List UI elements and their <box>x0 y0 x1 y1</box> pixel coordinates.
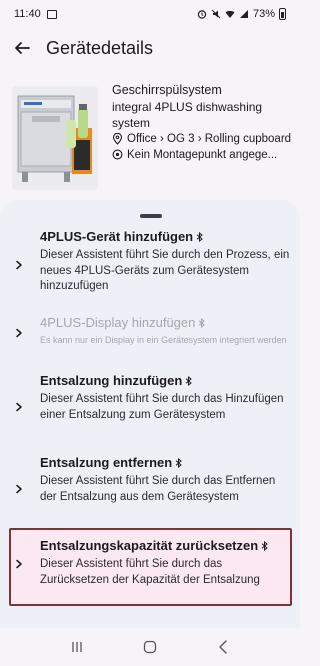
battery-percent: 73% <box>252 8 275 20</box>
drag-handle[interactable] <box>140 214 162 218</box>
bluetooth-icon <box>185 375 193 386</box>
chevron-right-icon <box>16 559 22 569</box>
alarm-icon <box>197 10 207 19</box>
nav-back-icon <box>219 640 228 654</box>
image-notification-icon <box>46 9 57 19</box>
chevron-right-icon <box>16 328 22 338</box>
status-icons: 73% <box>197 8 286 20</box>
wifi-icon <box>225 10 235 18</box>
chevron-right-icon <box>16 260 22 270</box>
actions-bottom-sheet: 4PLUS-Gerät hinzufügen Dieser Assistent … <box>0 200 300 628</box>
device-model: integral 4PLUS dishwashing system <box>112 100 263 130</box>
nav-back-button[interactable] <box>213 637 233 657</box>
back-arrow-icon <box>15 42 30 54</box>
target-icon <box>112 149 123 160</box>
action-description: Dieser Assistent führt Sie durch das Ent… <box>40 475 276 503</box>
device-image <box>12 86 98 190</box>
back-button[interactable] <box>12 38 32 58</box>
mute-icon <box>211 9 221 19</box>
device-info: Geschirrspülsystem integral 4PLUS dishwa… <box>112 82 292 163</box>
app-bar: Gerätedetails <box>0 28 300 68</box>
status-bar: 11:40 73% <box>0 0 300 28</box>
recents-icon <box>72 642 82 652</box>
bluetooth-icon <box>199 317 206 328</box>
action-description: Dieser Assistent führt Sie durch das Hin… <box>40 393 284 421</box>
status-time: 11:40 <box>14 8 41 20</box>
action-description: Dieser Assistent führt Sie durch den Pro… <box>40 249 290 292</box>
action-title: 4PLUS-Display hinzufügen <box>40 314 290 331</box>
device-location: Office › OG 3 › Rolling cupboard <box>112 131 292 147</box>
home-icon <box>143 640 157 654</box>
location-pin-icon <box>112 133 123 145</box>
mounting-text: Kein Montagepunkt angege... <box>127 149 278 161</box>
location-text: Office › OG 3 › Rolling cupboard <box>127 133 292 145</box>
bluetooth-icon <box>196 231 203 242</box>
action-title: Entsalzung entfernen <box>40 454 290 471</box>
chevron-right-icon <box>16 484 22 494</box>
device-name: Geschirrspülsystem <box>112 83 222 97</box>
action-title: Entsalzung hinzufügen <box>40 372 290 389</box>
recents-button[interactable] <box>67 637 87 657</box>
battery-icon <box>279 8 286 20</box>
system-nav-bar <box>0 628 300 666</box>
bluetooth-icon <box>175 457 182 468</box>
home-button[interactable] <box>140 637 160 657</box>
device-header: Geschirrspülsystem integral 4PLUS dishwa… <box>0 82 300 192</box>
action-description: Dieser Assistent führt Sie durch das Zur… <box>40 558 260 586</box>
signal-icon <box>239 10 248 18</box>
page-title: Gerätedetails <box>46 37 154 58</box>
chevron-right-icon <box>16 402 22 412</box>
bluetooth-icon <box>261 540 268 551</box>
action-title: 4PLUS-Gerät hinzufügen <box>40 228 290 245</box>
device-mounting: Kein Montagepunkt angege... <box>112 147 292 163</box>
action-title: Entsalzungskapazität zurücksetzen <box>40 537 290 554</box>
action-description: Es kann nur ein Display in ein Gerätesys… <box>40 335 287 345</box>
